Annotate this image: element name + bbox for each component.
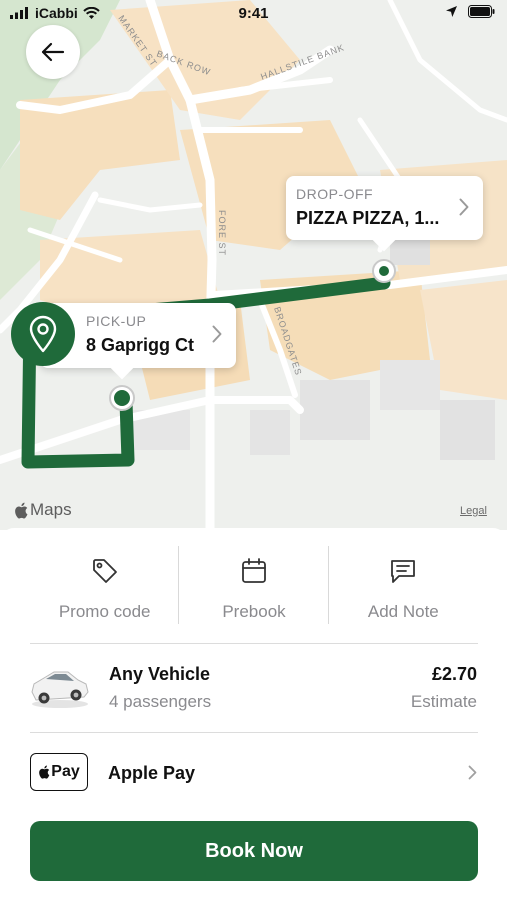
car-image: [31, 671, 89, 708]
back-arrow-icon: [41, 42, 65, 62]
book-now-button[interactable]: Book Now: [30, 821, 478, 881]
dropoff-label: DROP-OFF: [296, 186, 374, 202]
calendar-icon: [242, 558, 266, 583]
vehicle-name: Any Vehicle: [109, 664, 211, 684]
add-note-label: Add Note: [367, 602, 439, 621]
back-button[interactable]: [26, 25, 80, 79]
trip-options: Promo code Prebook Add Note: [30, 546, 478, 624]
payment-method-row[interactable]: Pay Apple Pay: [0, 733, 507, 813]
map-background: MARKET ST BACK ROW HALLSTILE BANK FORE S…: [0, 0, 507, 530]
promo-code-label: Promo code: [58, 602, 151, 621]
dropoff-address: PIZZA PIZZA, 1...: [296, 208, 440, 228]
payment-method-label: Apple Pay: [108, 763, 196, 783]
legal-link[interactable]: Legal: [460, 505, 487, 517]
chevron-right-icon: [459, 198, 469, 216]
battery-icon: [468, 5, 495, 18]
prebook-button[interactable]: Prebook: [179, 546, 329, 624]
apple-logo-icon: [15, 502, 28, 518]
tag-icon: [92, 559, 117, 583]
add-note-button[interactable]: Add Note: [329, 546, 478, 624]
price-estimate-label: Estimate: [410, 692, 477, 711]
location-pin-icon: [29, 315, 57, 353]
dropoff-callout[interactable]: DROP-OFF PIZZA PIZZA, 1...: [286, 176, 483, 252]
chevron-right-icon: [212, 325, 222, 343]
vehicle-passengers: 4 passengers: [109, 692, 212, 711]
clock: 9:41: [238, 5, 269, 22]
prebook-label: Prebook: [222, 602, 286, 621]
booking-sheet: Promo code Prebook Add Note Any Vehicle …: [0, 528, 507, 900]
vehicle-row[interactable]: Any Vehicle 4 passengers £2.70 Estimate: [0, 644, 507, 732]
chevron-right-icon: [468, 765, 477, 780]
apple-maps-logo: Maps: [14, 500, 72, 520]
note-icon: [391, 560, 416, 583]
apple-logo-icon: [39, 765, 50, 779]
street-label-fore-st: FORE ST: [217, 210, 227, 256]
location-arrow-icon: [446, 6, 457, 17]
pickup-pin-badge: [11, 302, 75, 366]
map-view[interactable]: MARKET ST BACK ROW HALLSTILE BANK FORE S…: [0, 0, 507, 530]
promo-code-button[interactable]: Promo code: [30, 546, 180, 624]
apple-pay-badge: Pay: [30, 753, 88, 791]
vehicle-price: £2.70: [431, 664, 477, 684]
status-bar: iCabbi 9:41: [0, 0, 507, 30]
